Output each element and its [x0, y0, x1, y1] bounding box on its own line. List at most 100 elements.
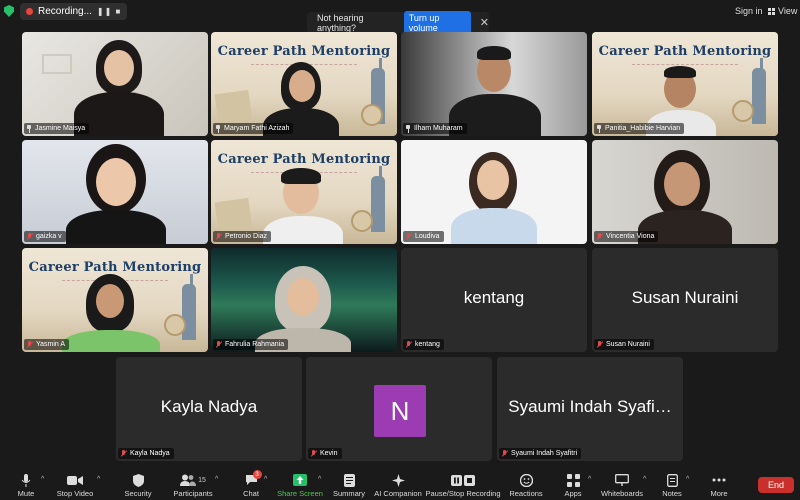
participants-label: Participants: [173, 489, 213, 498]
sparkle-icon: [391, 473, 405, 487]
video-tile[interactable]: Career Path Mentoring Petronio Diaz: [211, 140, 397, 244]
shield-icon: [132, 473, 144, 487]
participant-hair: [477, 46, 511, 60]
recording-indicator[interactable]: Recording... ❚❚ ■: [20, 2, 128, 20]
participant-name-tag: Susan Nuraini: [594, 339, 654, 350]
chevron-up-icon[interactable]: ^: [264, 476, 267, 483]
chat-bubble-icon: 3: [245, 470, 262, 487]
video-tile-camera-off[interactable]: Susan Nuraini Susan Nuraini: [592, 248, 778, 352]
chat-button[interactable]: 3 Chat: [238, 470, 264, 500]
muted-mic-icon: [310, 449, 317, 458]
participant-name-tag: Kayla Nadya: [118, 448, 174, 459]
apps-icon: [566, 473, 580, 487]
pause-stop-icon: [451, 473, 475, 487]
chevron-up-icon[interactable]: ^: [318, 476, 321, 483]
participant-face: [96, 284, 124, 318]
chat-unread-badge: 3: [252, 470, 262, 479]
participant-count: 15: [198, 476, 206, 484]
participant-name-tag: Maryam Fathi Azizah: [213, 123, 294, 134]
banner-title: Career Path Mentoring: [28, 260, 202, 275]
participant-name-tag: Panitia_Habibie Harvian: [594, 123, 685, 134]
video-tile-camera-off[interactable]: Syaumi Indah Syafi… Syaumi Indah Syafitr…: [497, 357, 683, 461]
chevron-up-icon[interactable]: ^: [97, 476, 100, 483]
muted-mic-icon: [120, 449, 127, 458]
whiteboards-button[interactable]: Whiteboards: [600, 470, 644, 500]
flower-icon: [732, 100, 754, 122]
sign-in-link[interactable]: Sign in: [735, 6, 763, 16]
video-tile-camera-off[interactable]: kentang kentang: [401, 248, 587, 352]
summary-document-icon: [343, 473, 355, 487]
notes-icon: [666, 473, 678, 487]
participant-name: Jasmine Maisya: [35, 125, 86, 132]
participant-name-tag: gaizka v: [24, 231, 66, 242]
video-tile[interactable]: Ilham Muharam: [401, 32, 587, 136]
microphone-icon: [21, 473, 31, 487]
mute-button[interactable]: Mute: [10, 470, 42, 500]
participant-name-tag: kentang: [403, 339, 444, 350]
video-tile[interactable]: Career Path Mentoring Yasmin A: [22, 248, 208, 352]
video-tile-active-speaker[interactable]: Career Path Mentoring Panitia_Habibie Ha…: [592, 32, 778, 136]
video-tile[interactable]: Vincentia Viona: [592, 140, 778, 244]
wall-frame: [42, 54, 72, 74]
pin-icon: [26, 124, 32, 133]
view-button[interactable]: View: [768, 6, 797, 16]
participant-face: [96, 158, 136, 206]
participant-name: Kevin: [320, 450, 338, 457]
statue-of-liberty-icon: [182, 274, 196, 340]
participant-body: [66, 210, 166, 244]
notes-label: Notes: [662, 489, 682, 498]
muted-mic-icon: [596, 232, 603, 241]
participant-hair: [281, 168, 321, 184]
video-tile[interactable]: Jasmine Maisya: [22, 32, 208, 136]
grid-view-icon: [768, 7, 775, 15]
ai-companion-button[interactable]: AI Companion: [374, 470, 422, 500]
chevron-up-icon[interactable]: ^: [588, 476, 591, 483]
video-tile[interactable]: gaizka v: [22, 140, 208, 244]
participant-name-tag: Petronio Diaz: [213, 231, 272, 242]
participant-name: Petronio Diaz: [225, 233, 268, 240]
chevron-up-icon[interactable]: ^: [643, 476, 646, 483]
participant-body: [263, 216, 343, 244]
ai-companion-label: AI Companion: [374, 489, 422, 498]
participant-body: [451, 208, 537, 244]
participant-face: [664, 162, 700, 206]
participant-body: [62, 330, 160, 352]
participant-name: Yasmin A: [36, 341, 66, 348]
chevron-up-icon[interactable]: ^: [686, 476, 689, 483]
apps-button[interactable]: Apps: [562, 470, 584, 500]
end-meeting-button[interactable]: End: [758, 477, 794, 493]
video-tile-camera-off[interactable]: N Kevin: [306, 357, 492, 461]
video-tile[interactable]: Loudiva: [401, 140, 587, 244]
participant-name-tag: Loudiva: [403, 231, 444, 242]
banner-title: Career Path Mentoring: [217, 44, 391, 59]
whiteboards-label: Whiteboards: [600, 489, 644, 498]
stop-video-button[interactable]: Stop Video: [52, 470, 98, 500]
security-shield-icon: [4, 5, 14, 17]
chevron-up-icon[interactable]: ^: [41, 476, 44, 483]
close-icon[interactable]: ✕: [480, 16, 489, 29]
video-tile-camera-off[interactable]: Kayla Nadya Kayla Nadya: [116, 357, 302, 461]
recording-controls[interactable]: ❚❚ ■: [97, 7, 121, 16]
whiteboard-icon: [615, 473, 629, 487]
more-button[interactable]: More: [706, 470, 732, 500]
security-button[interactable]: Security: [120, 470, 156, 500]
emoji-icon: [519, 473, 533, 487]
participant-name-tag: Fahrulia Rahmania: [213, 339, 289, 350]
stop-video-label: Stop Video: [56, 489, 94, 498]
view-label: View: [778, 6, 798, 16]
summary-button[interactable]: Summary: [332, 470, 366, 500]
video-tile[interactable]: Fahrulia Rahmania: [211, 248, 397, 352]
participants-button[interactable]: 15 Participants: [170, 470, 216, 500]
chevron-up-icon[interactable]: ^: [215, 476, 218, 483]
pause-stop-recording-button[interactable]: Pause/Stop Recording: [425, 470, 501, 500]
reactions-button[interactable]: Reactions: [508, 470, 544, 500]
participant-name: Susan Nuraini: [606, 341, 650, 348]
share-screen-button[interactable]: Share Screen: [277, 470, 323, 500]
video-camera-icon: [67, 473, 83, 487]
notes-button[interactable]: Notes: [660, 470, 684, 500]
participant-name: kentang: [415, 341, 440, 348]
share-screen-label: Share Screen: [277, 489, 323, 498]
avatar: N: [374, 385, 426, 437]
turn-up-volume-button[interactable]: Turn up volume: [403, 10, 471, 35]
video-tile[interactable]: Career Path Mentoring Maryam Fathi Aziza…: [211, 32, 397, 136]
